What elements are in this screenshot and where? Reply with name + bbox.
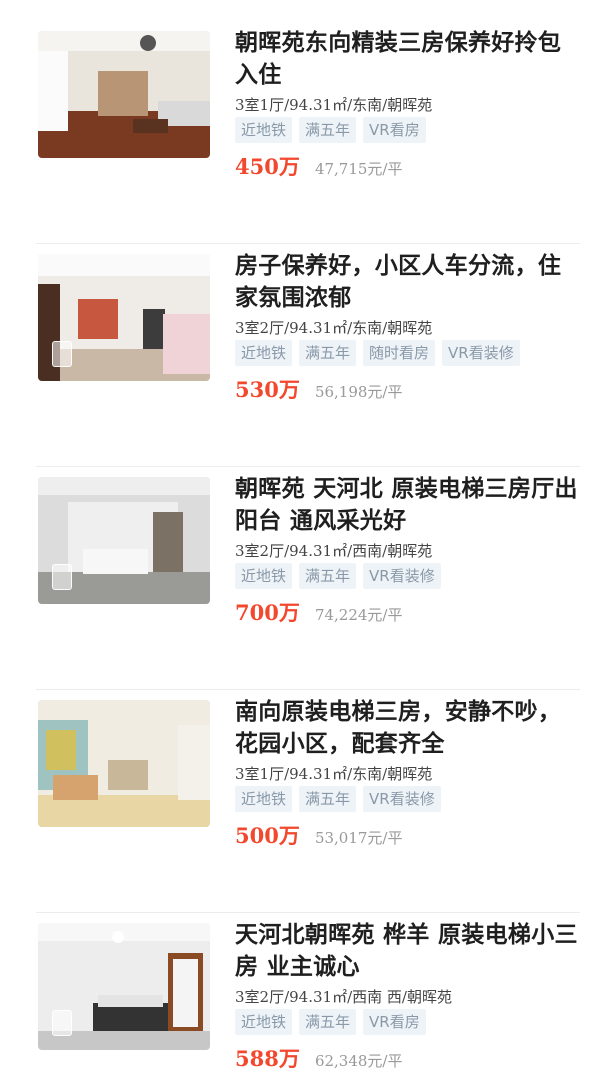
listing-photo[interactable] [38, 923, 210, 1050]
tag-anytime-viewing: 随时看房 [363, 340, 436, 366]
tag-vr: VR看装修 [442, 340, 520, 366]
vr-icon [52, 341, 72, 367]
listing-card[interactable]: 南向原装电梯三房，安静不吵，花园小区，配套齐全 3室1厅/94.31㎡/东南/朝… [36, 690, 580, 913]
price-row: 500万 53,017元/平 [235, 820, 402, 850]
total-price: 500万 [235, 823, 300, 848]
tag-vr: VR看装修 [363, 563, 441, 589]
listing-title[interactable]: 南向原装电梯三房，安静不吵，花园小区，配套齐全 [235, 696, 580, 760]
listing-tags: 近地铁 满五年 VR看装修 [235, 563, 441, 589]
tag-vr: VR看房 [363, 1009, 426, 1035]
unit-price: 62,348元/平 [314, 1052, 403, 1070]
listing-card[interactable]: 朝晖苑 天河北 原装电梯三房厅出阳台 通风采光好 3室2厅/94.31㎡/西南/… [36, 467, 580, 690]
listing-title[interactable]: 天河北朝晖苑 桦羊 原装电梯小三房 业主诚心 [235, 919, 580, 983]
listing-photo[interactable] [38, 700, 210, 827]
tag-near-subway: 近地铁 [235, 563, 293, 589]
listing-photo[interactable] [38, 31, 210, 158]
price-row: 588万 62,348元/平 [235, 1043, 402, 1073]
listing-meta: 3室2厅/94.31㎡/东南/朝晖苑 [235, 319, 433, 337]
living-room-photo [38, 31, 210, 158]
unit-price: 56,198元/平 [314, 383, 403, 401]
listing-list: 朝晖苑东向精装三房保养好拎包入住 3室1厅/94.31㎡/东南/朝晖苑 近地铁 … [0, 0, 616, 1092]
tag-near-subway: 近地铁 [235, 1009, 293, 1035]
total-price: 700万 [235, 600, 300, 625]
listing-tags: 近地铁 满五年 VR看房 [235, 117, 426, 143]
vr-icon [52, 564, 72, 590]
price-row: 450万 47,715元/平 [235, 151, 402, 181]
listing-card[interactable]: 房子保养好，小区人车分流，住家氛围浓郁 3室2厅/94.31㎡/东南/朝晖苑 近… [36, 244, 580, 467]
tag-vr: VR看装修 [363, 786, 441, 812]
tag-five-years: 满五年 [299, 563, 357, 589]
total-price: 450万 [235, 154, 300, 179]
price-row: 700万 74,224元/平 [235, 597, 402, 627]
listing-tags: 近地铁 满五年 VR看装修 [235, 786, 441, 812]
listing-meta: 3室2厅/94.31㎡/西南/朝晖苑 [235, 542, 433, 560]
listing-title[interactable]: 朝晖苑 天河北 原装电梯三房厅出阳台 通风采光好 [235, 473, 580, 537]
price-row: 530万 56,198元/平 [235, 374, 402, 404]
tag-five-years: 满五年 [299, 340, 357, 366]
listing-title[interactable]: 房子保养好，小区人车分流，住家氛围浓郁 [235, 250, 580, 314]
tag-near-subway: 近地铁 [235, 117, 293, 143]
listing-photo[interactable] [38, 477, 210, 604]
living-room-photo [38, 700, 210, 827]
vr-icon [52, 1010, 72, 1036]
tag-vr: VR看房 [363, 117, 426, 143]
listing-card[interactable]: 朝晖苑东向精装三房保养好拎包入住 3室1厅/94.31㎡/东南/朝晖苑 近地铁 … [36, 21, 580, 244]
total-price: 588万 [235, 1046, 300, 1071]
tag-near-subway: 近地铁 [235, 786, 293, 812]
listing-meta: 3室1厅/94.31㎡/东南/朝晖苑 [235, 765, 433, 783]
total-price: 530万 [235, 377, 300, 402]
listing-meta: 3室2厅/94.31㎡/西南 西/朝晖苑 [235, 988, 452, 1006]
unit-price: 47,715元/平 [314, 160, 403, 178]
unit-price: 74,224元/平 [314, 606, 403, 624]
tag-five-years: 满五年 [299, 1009, 357, 1035]
listing-title[interactable]: 朝晖苑东向精装三房保养好拎包入住 [235, 27, 580, 91]
tag-five-years: 满五年 [299, 786, 357, 812]
listing-tags: 近地铁 满五年 随时看房 VR看装修 [235, 340, 520, 366]
listing-photo[interactable] [38, 254, 210, 381]
tag-five-years: 满五年 [299, 117, 357, 143]
listing-meta: 3室1厅/94.31㎡/东南/朝晖苑 [235, 96, 433, 114]
unit-price: 53,017元/平 [314, 829, 403, 847]
tag-near-subway: 近地铁 [235, 340, 293, 366]
listing-card[interactable]: 天河北朝晖苑 桦羊 原装电梯小三房 业主诚心 3室2厅/94.31㎡/西南 西/… [36, 913, 580, 1092]
listing-tags: 近地铁 满五年 VR看房 [235, 1009, 426, 1035]
